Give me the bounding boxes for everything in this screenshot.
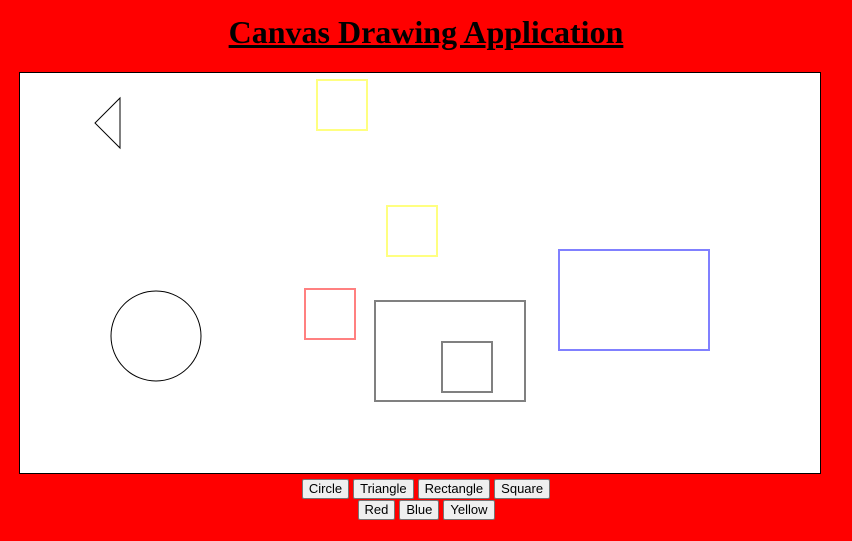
circle-button[interactable]: Circle [301,479,350,499]
drawn-rectangle-blue [558,249,710,351]
blue-button[interactable]: Blue [399,500,440,520]
drawn-circle [110,290,202,382]
triangle-button[interactable]: Triangle [353,479,414,499]
canvas-drawing-surface[interactable] [20,73,820,473]
drawn-square-red [304,288,356,340]
drawn-rectangle-gray [374,300,526,402]
drawn-square-gray [441,341,493,393]
drawing-canvas[interactable] [19,72,821,474]
yellow-button[interactable]: Yellow [443,500,495,520]
rectangle-button[interactable]: Rectangle [417,479,491,499]
drawn-triangle [94,96,121,150]
drawn-square-yellow-top [316,79,368,131]
red-button[interactable]: Red [357,500,396,520]
page-title: Canvas Drawing Application [228,14,624,50]
color-toolbar: Red Blue Yellow [0,500,852,520]
drawn-square-yellow-middle [386,205,438,257]
square-button[interactable]: Square [494,479,551,499]
shape-toolbar: Circle Triangle Rectangle Square [0,479,852,499]
